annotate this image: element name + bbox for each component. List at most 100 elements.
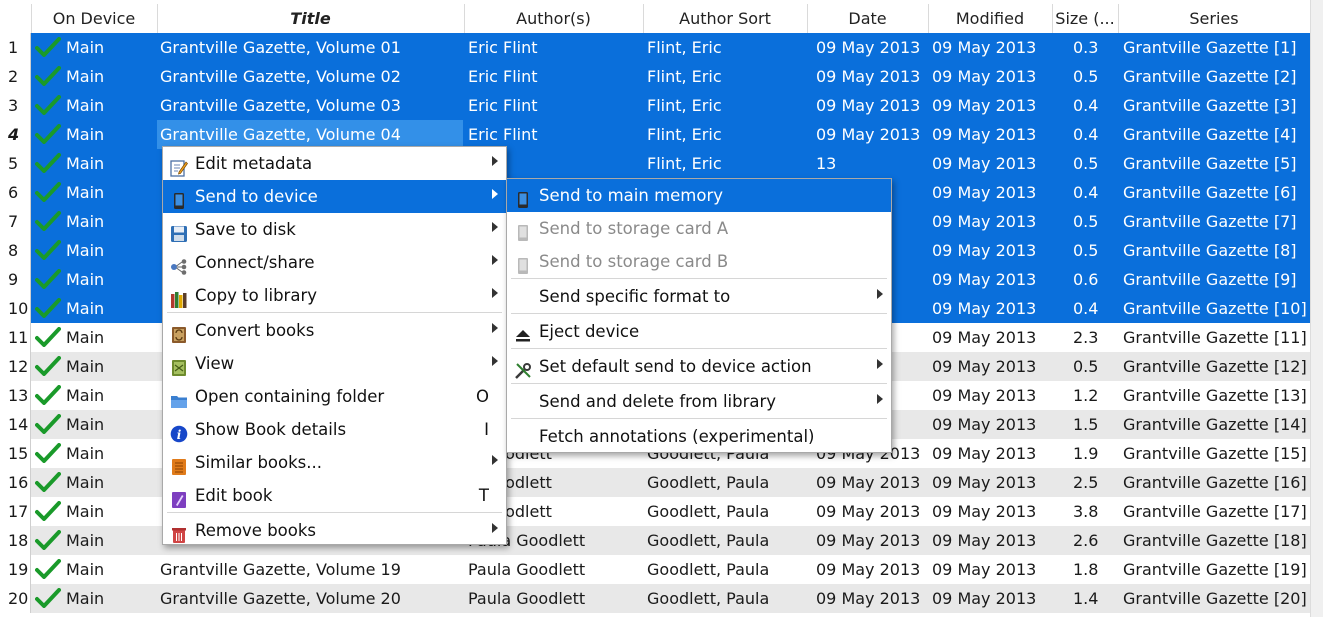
row-number[interactable]: 5	[0, 149, 31, 178]
menu-item-connect-share[interactable]: Connect/share	[163, 246, 506, 279]
title-cell: Grantville Gazette, Volume 02	[160, 67, 401, 86]
submenu-arrow-icon	[877, 350, 883, 383]
table-row[interactable]: 2 Main Grantville Gazette, Volume 02 Eric F…	[0, 62, 1310, 91]
row-number[interactable]: 8	[0, 236, 31, 265]
date-cell: 09 May 2013	[816, 96, 921, 115]
edit-book-icon	[170, 487, 188, 508]
row-number[interactable]: 10	[0, 294, 31, 323]
row-number[interactable]: 1	[0, 33, 31, 62]
menu-item-open-containing-folder[interactable]: Open containing folder O	[163, 380, 506, 413]
series-cell: Grantville Gazette [17]	[1123, 502, 1307, 521]
row-number[interactable]: 11	[0, 323, 31, 352]
row-number[interactable]: 18	[0, 526, 31, 555]
column-header-size[interactable]: Size (...	[1052, 4, 1119, 33]
menu-item-convert-books[interactable]: Convert books	[163, 314, 506, 347]
menu-item-label: Eject device	[539, 322, 640, 341]
row-number[interactable]: 13	[0, 381, 31, 410]
submenu-arrow-icon	[492, 213, 498, 246]
menu-item-send-to-device[interactable]: Send to device	[163, 180, 506, 213]
on-device-cell: Main	[66, 444, 105, 463]
modified-cell: 09 May 2013	[932, 531, 1037, 550]
column-header-modified[interactable]: Modified	[928, 4, 1053, 33]
series-cell: Grantville Gazette [8]	[1123, 241, 1297, 260]
row-number[interactable]: 15	[0, 439, 31, 468]
series-cell: Grantville Gazette [9]	[1123, 270, 1297, 289]
series-cell: Grantville Gazette [16]	[1123, 473, 1307, 492]
row-number[interactable]: 3	[0, 91, 31, 120]
menu-item-label: Send specific format to	[539, 287, 731, 306]
table-row[interactable]: 19 Main Grantville Gazette, Volume 19 Paula…	[0, 555, 1310, 584]
date-cell: 09 May 2013	[816, 473, 921, 492]
title-cell: Grantville Gazette, Volume 01	[160, 38, 401, 57]
table-row[interactable]: 4 Main Grantville Gazette, Volume 04 Eric F…	[0, 120, 1310, 149]
view-book-icon	[170, 355, 188, 376]
submenu-item-fetch-annotations-experimental[interactable]: Fetch annotations (experimental)	[507, 420, 891, 453]
convert-books-icon	[170, 322, 188, 343]
modified-cell: 09 May 2013	[932, 154, 1037, 173]
row-number[interactable]: 7	[0, 207, 31, 236]
submenu-arrow-icon	[877, 280, 883, 313]
date-cell: 09 May 2013	[816, 125, 921, 144]
submenu-item-send-to-main-memory[interactable]: Send to main memory	[507, 179, 891, 212]
column-header-series[interactable]: Series	[1118, 4, 1310, 33]
submenu-item-eject-device[interactable]: Eject device	[507, 315, 891, 348]
submenu-item-set-default-send-to-device-action[interactable]: Set default send to device action	[507, 350, 891, 383]
row-number[interactable]: 17	[0, 497, 31, 526]
menu-item-edit-book[interactable]: Edit book T	[163, 479, 506, 512]
row-number[interactable]: 2	[0, 62, 31, 91]
checkmark-icon	[35, 443, 61, 463]
row-number[interactable]: 14	[0, 410, 31, 439]
row-number-header	[0, 4, 32, 33]
column-header-title[interactable]: Title	[157, 4, 465, 33]
author-sort-cell: Goodlett, Paula	[647, 531, 770, 550]
on-device-cell: Main	[66, 328, 105, 347]
series-cell: Grantville Gazette [15]	[1123, 444, 1307, 463]
menu-item-show-book-details[interactable]: i Show Book details I	[163, 413, 506, 446]
size-cell: 1.9	[1073, 444, 1099, 463]
similar-books-icon	[170, 454, 188, 475]
submenu-item-send-to-storage-card-a: Send to storage card A	[507, 212, 891, 245]
menu-item-label: Show Book details	[195, 420, 347, 439]
row-number[interactable]: 12	[0, 352, 31, 381]
table-row[interactable]: 20 Main Grantville Gazette, Volume 20 Paula…	[0, 584, 1310, 613]
menu-item-label: Send to main memory	[539, 186, 724, 205]
row-number[interactable]: 4	[0, 120, 31, 149]
submenu-item-send-specific-format-to[interactable]: Send specific format to	[507, 280, 891, 313]
menu-item-copy-to-library[interactable]: Copy to library	[163, 279, 506, 312]
size-cell: 0.5	[1073, 241, 1099, 260]
row-number[interactable]: 6	[0, 178, 31, 207]
menu-item-label: View	[195, 354, 235, 373]
table-row[interactable]: 3 Main Grantville Gazette, Volume 03 Eric F…	[0, 91, 1310, 120]
menu-item-label: Open containing folder	[195, 387, 385, 406]
row-number[interactable]: 16	[0, 468, 31, 497]
column-header-author-sort[interactable]: Author Sort	[643, 4, 808, 33]
menu-item-similar-books[interactable]: Similar books...	[163, 446, 506, 479]
row-number[interactable]: 9	[0, 265, 31, 294]
row-number[interactable]: 20	[0, 584, 31, 613]
vertical-scrollbar[interactable]	[1310, 0, 1323, 617]
menu-item-view[interactable]: View	[163, 347, 506, 380]
author-sort-cell: Goodlett, Paula	[647, 589, 770, 608]
modified-cell: 09 May 2013	[932, 96, 1037, 115]
checkmark-icon	[35, 356, 61, 376]
eject-icon	[514, 323, 532, 342]
checkmark-icon	[35, 501, 61, 521]
series-cell: Grantville Gazette [11]	[1123, 328, 1307, 347]
on-device-cell: Main	[66, 560, 105, 579]
menu-item-save-to-disk[interactable]: Save to disk	[163, 213, 506, 246]
on-device-cell: Main	[66, 299, 105, 318]
size-cell: 0.4	[1073, 183, 1099, 202]
menu-item-edit-metadata[interactable]: Edit metadata	[163, 147, 506, 180]
submenu-item-send-and-delete-from-library[interactable]: Send and delete from library	[507, 385, 891, 418]
column-header-authors[interactable]: Author(s)	[464, 4, 644, 33]
column-header-on-device[interactable]: On Device	[31, 4, 158, 33]
menu-item-remove-books[interactable]: Remove books	[163, 514, 506, 547]
checkmark-icon	[35, 37, 61, 57]
checkmark-icon	[35, 559, 61, 579]
column-header-date[interactable]: Date	[807, 4, 929, 33]
row-number[interactable]: 19	[0, 555, 31, 584]
modified-cell: 09 May 2013	[932, 241, 1037, 260]
table-row[interactable]: 1 Main Grantville Gazette, Volume 01 Eric F…	[0, 33, 1310, 62]
checkmark-icon	[35, 298, 61, 318]
size-cell: 2.5	[1073, 473, 1099, 492]
